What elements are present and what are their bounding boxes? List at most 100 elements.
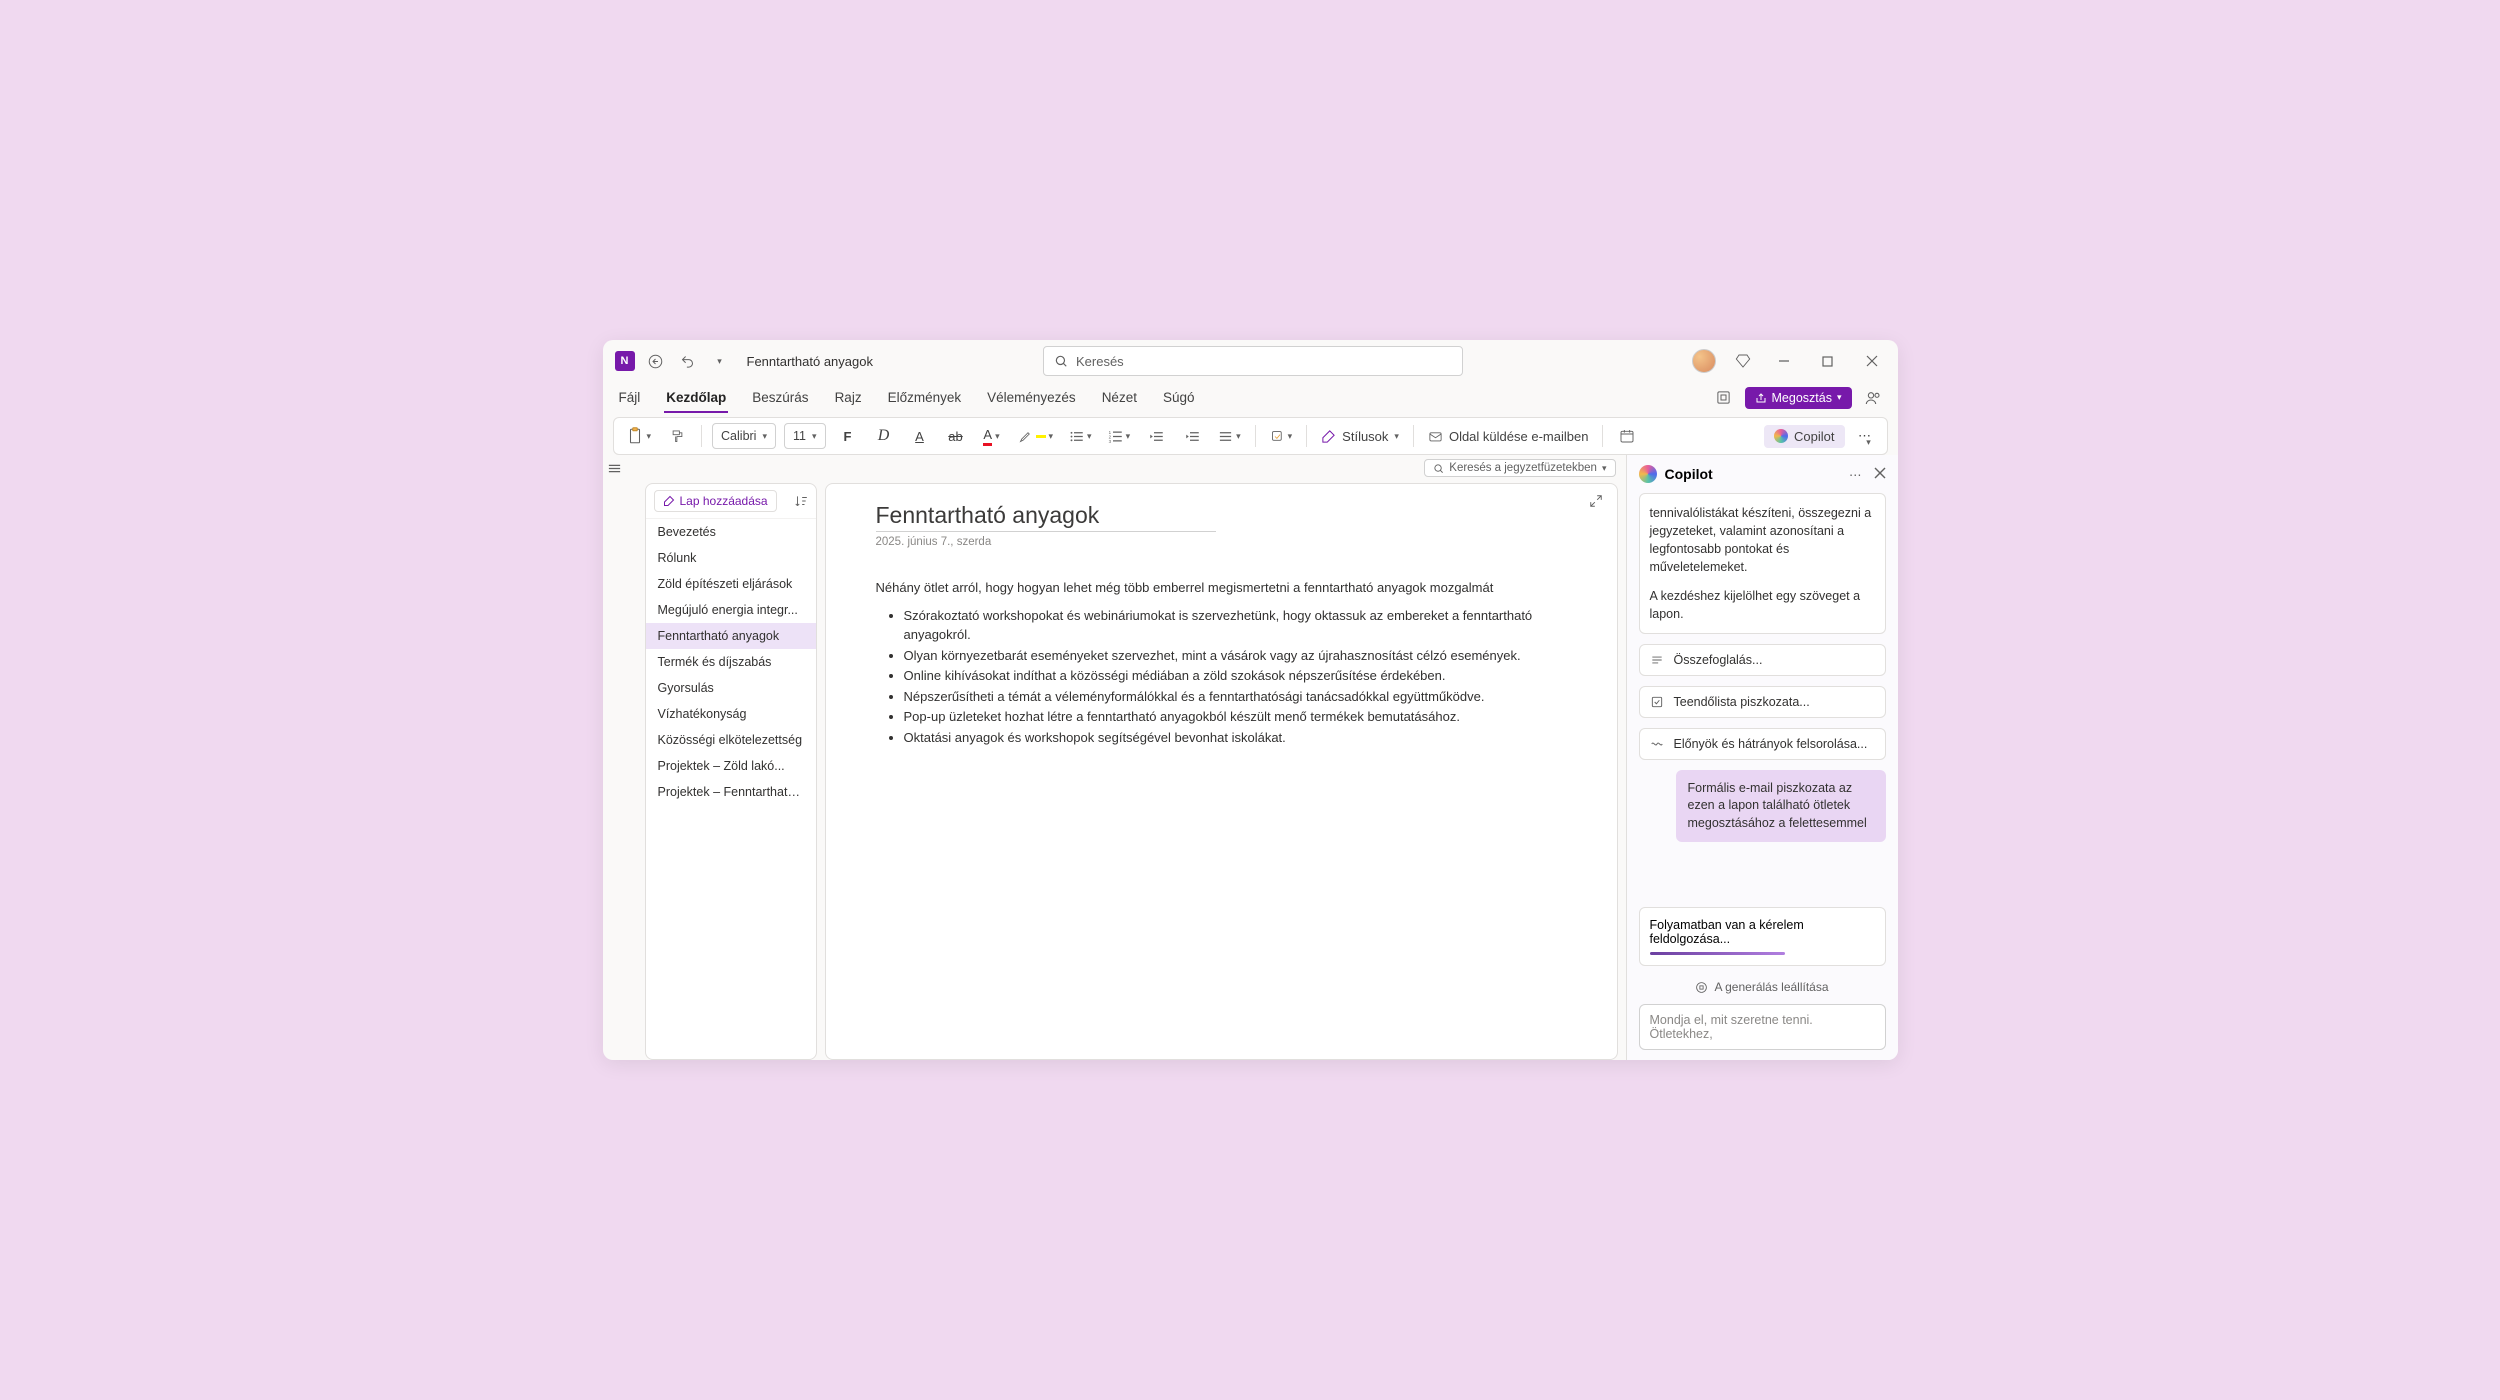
note-bullet: Olyan környezetbarát eseményeket szervez…: [904, 646, 1567, 666]
add-page-button[interactable]: Lap hozzáadása: [654, 490, 777, 512]
maximize-button[interactable]: [1814, 347, 1842, 375]
page-item[interactable]: Bevezetés: [646, 519, 816, 545]
meeting-button[interactable]: [1613, 422, 1641, 450]
email-page-button[interactable]: Oldal küldése e-mailben: [1424, 422, 1592, 450]
app-window: N ▾ Fenntartható anyagok Keresés Fájl Kez…: [603, 340, 1898, 1060]
note-body[interactable]: Néhány ötlet arról, hogy hogyan lehet mé…: [876, 578, 1567, 747]
suggestion-summarize[interactable]: Összefoglalás...: [1639, 644, 1886, 676]
sort-icon[interactable]: [794, 494, 808, 508]
progress-bar: [1650, 952, 1785, 955]
align-button[interactable]: ▾: [1214, 422, 1245, 450]
font-size-select[interactable]: 11▾: [784, 423, 826, 449]
lines-icon: [1650, 653, 1664, 667]
ribbon-expand-icon[interactable]: ▾: [1855, 428, 1883, 456]
font-color-button[interactable]: A▾: [978, 422, 1006, 450]
styles-button[interactable]: Stílusok▾: [1317, 422, 1403, 450]
back-icon[interactable]: [645, 350, 667, 372]
note-bullet: Népszerűsítheti a témát a véleményformál…: [904, 687, 1567, 707]
ribbon: ▾ Calibri▾ 11▾ F D A ab A▾ ▾ ▾ 123▾ ▾ ▾ …: [613, 417, 1888, 455]
page-item[interactable]: Megújuló energia integr...: [646, 597, 816, 623]
minimize-button[interactable]: [1770, 347, 1798, 375]
copilot-ribbon-button[interactable]: Copilot: [1764, 425, 1844, 448]
outdent-button[interactable]: [1142, 422, 1170, 450]
titlebar-right: [1692, 347, 1886, 375]
stop-generation-button[interactable]: A generálás leállítása: [1695, 976, 1828, 998]
suggestion-todo[interactable]: Teendőlista piszkozata...: [1639, 686, 1886, 718]
format-painter-button[interactable]: [663, 422, 691, 450]
note-bullet: Pop-up üzleteket hozhat létre a fenntart…: [904, 707, 1567, 727]
note-bullet: Online kihívásokat indíthat a közösségi …: [904, 666, 1567, 686]
customize-qat-icon[interactable]: ▾: [709, 350, 731, 372]
diamond-icon[interactable]: [1732, 350, 1754, 372]
tag-button[interactable]: ▾: [1266, 422, 1297, 450]
suggestion-proscons[interactable]: Előnyök és hátrányok felsorolása...: [1639, 728, 1886, 760]
hamburger-icon: [607, 461, 622, 476]
share-icon: [1755, 392, 1767, 404]
document-title: Fenntartható anyagok: [747, 354, 873, 369]
note-title[interactable]: Fenntartható anyagok: [876, 502, 1216, 532]
menu-tabs: Fájl Kezdőlap Beszúrás Rajz Előzmények Vélemé…: [603, 382, 1898, 413]
bullets-button[interactable]: ▾: [1065, 422, 1096, 450]
italic-button[interactable]: D: [870, 422, 898, 450]
page-item[interactable]: Projektek – Zöld lakó...: [646, 753, 816, 779]
copilot-logo-icon: [1639, 465, 1657, 483]
main-area: Keresés a jegyzetfüzetekben ▾ Lap hozzáa…: [627, 455, 1626, 1060]
copilot-icon: [1774, 429, 1788, 443]
bold-button[interactable]: F: [834, 422, 862, 450]
copilot-title: Copilot: [1665, 466, 1713, 482]
search-icon: [1054, 354, 1068, 368]
nav-toggle[interactable]: [603, 455, 627, 1060]
page-item[interactable]: Projektek – Fenntartható...: [646, 779, 816, 805]
page-item[interactable]: Termék és díjszabás: [646, 649, 816, 675]
highlight-button[interactable]: ▾: [1014, 422, 1058, 450]
strikethrough-button[interactable]: ab: [942, 422, 970, 450]
note-bullet: Szórakoztató workshopokat és webináriumo…: [904, 606, 1567, 645]
tab-beszúrás[interactable]: Beszúrás: [750, 382, 810, 413]
add-page-icon: [663, 495, 675, 507]
tab-nézet[interactable]: Nézet: [1100, 382, 1139, 413]
copilot-input[interactable]: Mondja el, mit szeretne tenni. Ötletekhe…: [1639, 1004, 1886, 1050]
search-icon: [1433, 463, 1444, 474]
svg-text:3: 3: [1108, 438, 1111, 443]
expand-icon[interactable]: [1589, 494, 1603, 508]
stop-icon: [1695, 981, 1708, 994]
undo-icon[interactable]: [677, 350, 699, 372]
close-icon[interactable]: [1874, 467, 1886, 482]
wave-icon: [1650, 737, 1664, 751]
note-canvas[interactable]: Fenntartható anyagok 2025. június 7., sz…: [825, 483, 1618, 1060]
more-icon[interactable]: ⋯: [1849, 467, 1862, 482]
search-input[interactable]: Keresés: [1043, 346, 1463, 376]
close-button[interactable]: [1858, 347, 1886, 375]
paste-button[interactable]: ▾: [622, 422, 656, 450]
user-message: Formális e-mail piszkozata az ezen a lap…: [1676, 770, 1886, 843]
font-name-select[interactable]: Calibri▾: [712, 423, 776, 449]
tab-kezdőlap[interactable]: Kezdőlap: [664, 382, 728, 413]
tab-fájl[interactable]: Fájl: [617, 382, 643, 413]
fullscreen-icon[interactable]: [1713, 387, 1735, 409]
share-label: Megosztás: [1772, 391, 1832, 405]
page-item[interactable]: Rólunk: [646, 545, 816, 571]
title-bar: N ▾ Fenntartható anyagok Keresés: [603, 340, 1898, 382]
page-item[interactable]: Vízhatékonyság: [646, 701, 816, 727]
avatar[interactable]: [1692, 349, 1716, 373]
page-item[interactable]: Gyorsulás: [646, 675, 816, 701]
tab-előzmények[interactable]: Előzmények: [886, 382, 964, 413]
tab-rajz[interactable]: Rajz: [833, 382, 864, 413]
page-item[interactable]: Zöld építészeti eljárások: [646, 571, 816, 597]
page-item[interactable]: Közösségi elkötelezettség: [646, 727, 816, 753]
page-item[interactable]: Fenntartható anyagok: [646, 623, 816, 649]
search-placeholder: Keresés: [1076, 354, 1124, 369]
note-date: 2025. június 7., szerda: [876, 536, 1567, 548]
body: Keresés a jegyzetfüzetekben ▾ Lap hozzáa…: [603, 455, 1898, 1060]
search-notebooks[interactable]: Keresés a jegyzetfüzetekben ▾: [1424, 459, 1615, 477]
processing-card: Folyamatban van a kérelem feldolgozása..…: [1639, 907, 1886, 966]
share-button[interactable]: Megosztás ▾: [1745, 387, 1852, 409]
underline-button[interactable]: A: [906, 422, 934, 450]
note-bullet: Oktatási anyagok és workshopok segítségé…: [904, 728, 1567, 748]
indent-button[interactable]: [1178, 422, 1206, 450]
people-icon[interactable]: [1862, 387, 1884, 409]
tab-véleményezés[interactable]: Véleményezés: [985, 382, 1078, 413]
copilot-intro-message: tennivalólistákat készíteni, összegezni …: [1639, 493, 1886, 634]
tab-súgó[interactable]: Súgó: [1161, 382, 1197, 413]
numbering-button[interactable]: 123▾: [1104, 422, 1135, 450]
